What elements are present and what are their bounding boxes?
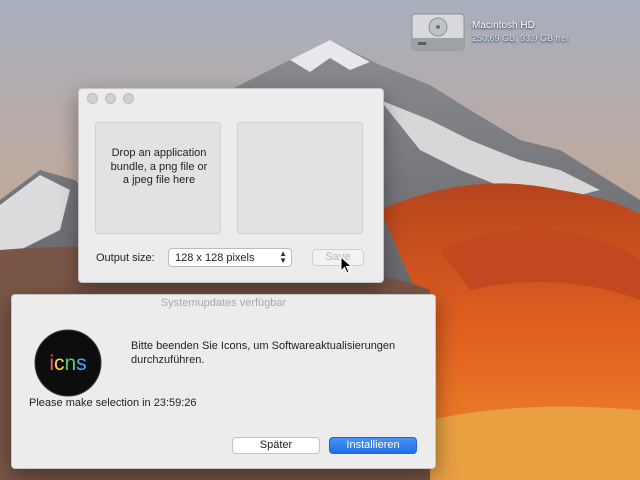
icns-app-icon: icns — [34, 329, 102, 397]
output-size-label: Output size: — [96, 252, 155, 264]
close-button[interactable] — [87, 93, 98, 104]
desktop: Macintosh HD 250,69 GB, 93,9 GB frei Dro… — [0, 0, 640, 480]
later-button[interactable]: Später — [232, 437, 320, 454]
system-update-dialog: Systemupdates verfügbar icns Bitte beend… — [11, 294, 436, 469]
preview-zone — [237, 122, 363, 234]
countdown-text: Please make selection in 23:59:26 — [29, 397, 197, 409]
icns-letter: c — [54, 352, 65, 375]
dialog-titlebar[interactable]: Systemupdates verfügbar — [12, 295, 435, 313]
minimize-button[interactable] — [105, 93, 116, 104]
icns-letter: s — [76, 352, 87, 375]
dialog-title: Systemupdates verfügbar — [160, 297, 287, 309]
hard-drive-icon — [411, 13, 465, 51]
dialog-message: Bitte beenden Sie Icons, um Softwareaktu… — [131, 340, 396, 366]
macintosh-hd-disk[interactable]: Macintosh HD 250,69 GB, 93,9 GB frei — [410, 10, 585, 54]
mouse-pointer-icon — [340, 256, 353, 274]
zoom-button[interactable] — [123, 93, 134, 104]
svg-text:icns: icns — [49, 352, 86, 375]
save-button[interactable]: Save — [312, 249, 364, 266]
window-titlebar[interactable] — [79, 89, 383, 109]
output-size-select[interactable]: 128 x 128 pixels ▲ ▼ — [168, 248, 292, 267]
chevron-updown-icon: ▲ ▼ — [279, 249, 287, 265]
drop-instructions: Drop an application bundle, a png file o… — [110, 147, 208, 186]
icon-converter-window: Drop an application bundle, a png file o… — [78, 88, 384, 283]
disk-name: Macintosh HD — [472, 20, 535, 31]
output-size-value: 128 x 128 pixels — [175, 252, 255, 264]
icns-letter: n — [64, 352, 76, 375]
drop-zone[interactable]: Drop an application bundle, a png file o… — [95, 122, 221, 234]
install-button[interactable]: Installieren — [329, 437, 417, 454]
disk-info: 250,69 GB, 93,9 GB frei — [472, 33, 569, 43]
